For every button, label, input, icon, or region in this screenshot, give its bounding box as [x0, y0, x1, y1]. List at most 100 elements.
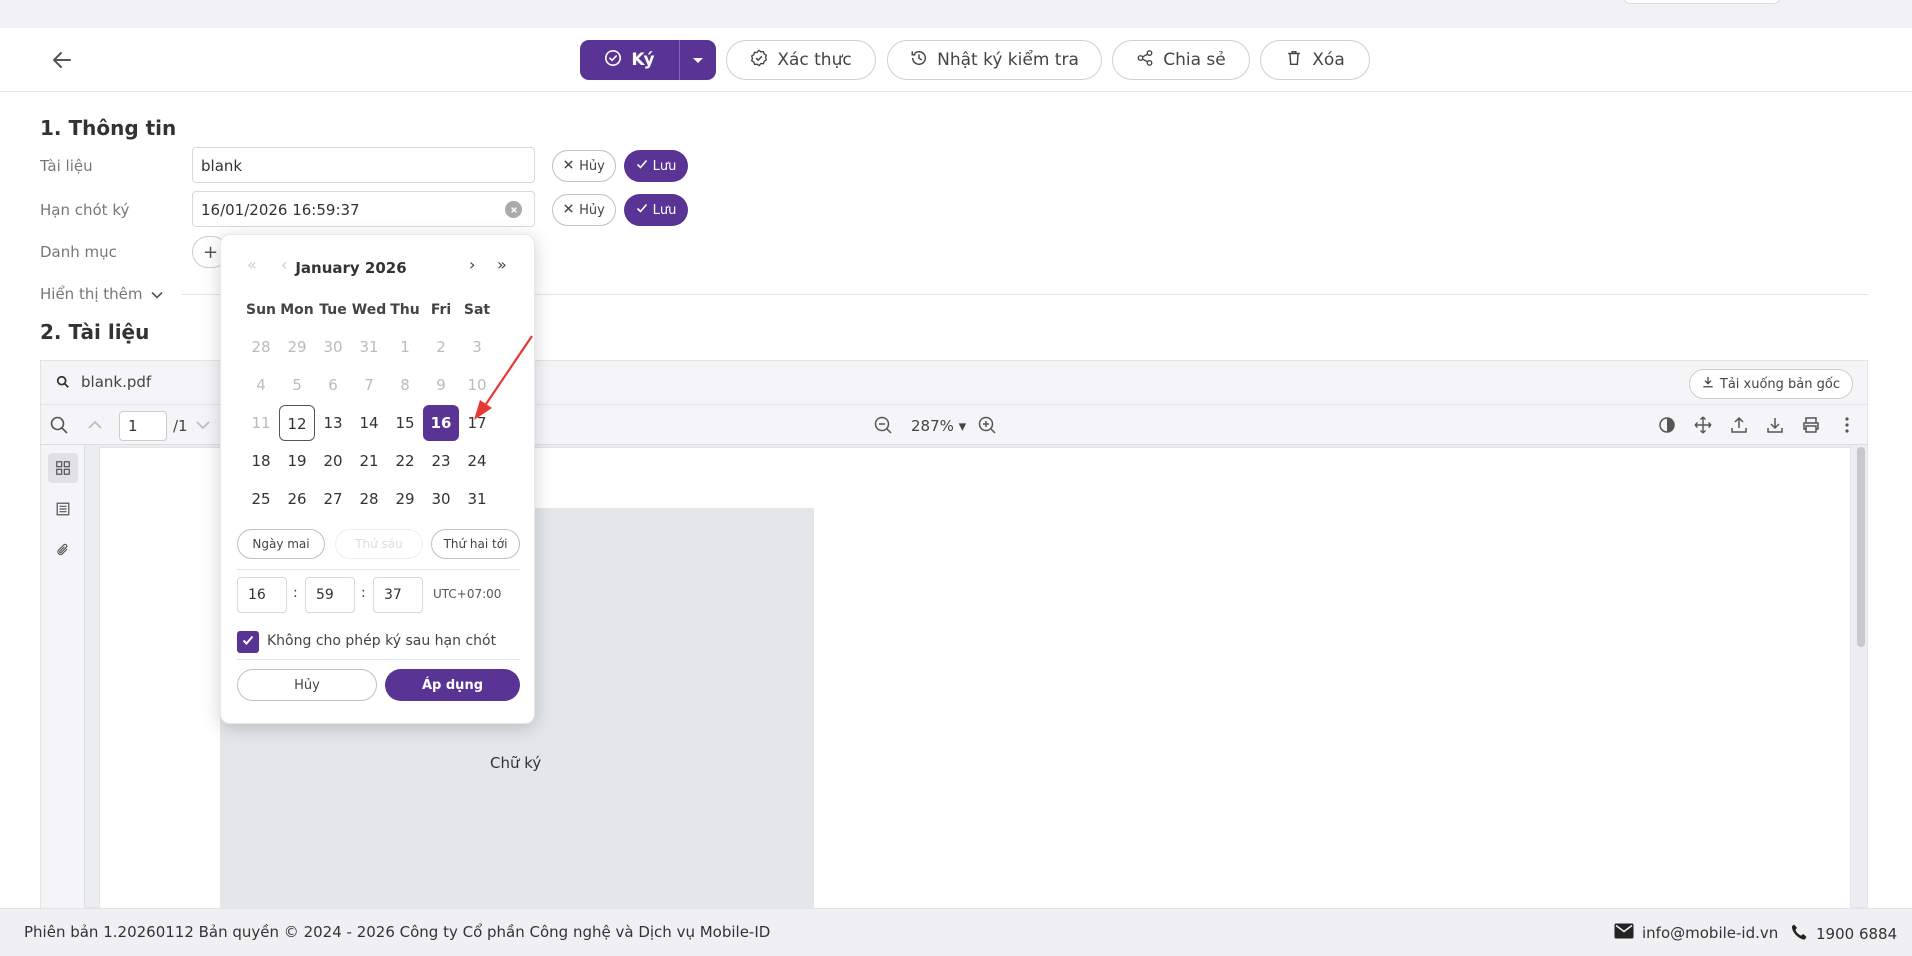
sign-dropdown-toggle[interactable]: [680, 50, 716, 70]
download-icon: [1702, 376, 1714, 392]
calendar-day[interactable]: 19: [279, 443, 315, 479]
attachment-icon[interactable]: [48, 535, 78, 565]
annotation-arrow-icon: [474, 335, 533, 420]
calendar-day: 31: [359, 338, 379, 356]
document-name-input[interactable]: blank: [192, 147, 535, 183]
search-icon: [56, 375, 70, 393]
calendar-day[interactable]: 13: [315, 405, 351, 441]
calendar-day: 11: [251, 414, 271, 432]
close-icon: [563, 203, 574, 218]
history-icon: [910, 49, 928, 72]
document-toolbar: Ký Xác thực Nhật ký kiểm tra Chia sẻ Xóa: [0, 28, 1912, 92]
calendar-day[interactable]: 27: [315, 481, 351, 517]
chevron-up-icon[interactable]: [85, 415, 105, 435]
no-sign-after-deadline-label: Không cho phép ký sau hạn chót: [267, 633, 497, 649]
clear-circle-icon[interactable]: [505, 201, 522, 218]
thumbnails-icon[interactable]: [48, 453, 78, 483]
sign-button[interactable]: Ký: [580, 40, 716, 80]
calendar-day[interactable]: 29: [387, 481, 423, 517]
search-icon[interactable]: [49, 415, 69, 435]
time-separator: :: [361, 585, 366, 601]
calendar-day[interactable]: 26: [279, 481, 315, 517]
calendar-day[interactable]: 21: [351, 443, 387, 479]
calendar-day[interactable]: 31: [459, 481, 495, 517]
share-button[interactable]: Chia sẻ: [1112, 40, 1250, 80]
hour-input[interactable]: 16: [237, 577, 287, 613]
calendar-day: 9: [436, 376, 446, 394]
viewer-scrollbar[interactable]: [1857, 447, 1865, 647]
audit-log-label: Nhật ký kiểm tra: [937, 50, 1079, 70]
datepicker-cancel-button[interactable]: Hủy: [237, 669, 377, 701]
next-month-button[interactable]: ›: [469, 255, 475, 274]
sign-button-main[interactable]: Ký: [580, 40, 680, 80]
calendar-day: 28: [251, 338, 271, 356]
deadline-datepicker: « ‹ January 2026 › » Sun Mon Tue Wed Thu…: [220, 234, 535, 724]
zoom-in-icon[interactable]: [977, 415, 997, 435]
calendar-day[interactable]: 24: [459, 443, 495, 479]
phone-text: 1900 6884: [1816, 925, 1898, 943]
zoom-select[interactable]: 287% ▾: [911, 417, 966, 435]
chevron-down-icon: [150, 285, 163, 303]
calendar-day: 7: [364, 376, 374, 394]
show-more-toggle[interactable]: Hiển thị thêm: [40, 285, 163, 303]
chevron-down-icon[interactable]: [193, 415, 213, 435]
calendar-day[interactable]: 30: [423, 481, 459, 517]
more-vertical-icon[interactable]: [1837, 415, 1857, 435]
verify-button[interactable]: Xác thực: [726, 40, 876, 80]
calendar-day[interactable]: 20: [315, 443, 351, 479]
save-label: Lưu: [652, 202, 677, 218]
quick-next-monday-button[interactable]: Thứ hai tới: [431, 529, 520, 559]
next-year-button[interactable]: »: [497, 255, 507, 274]
calendar-day[interactable]: 25: [243, 481, 279, 517]
section-document-title: 2. Tài liệu: [40, 320, 150, 344]
close-icon: [563, 159, 574, 174]
calendar-day[interactable]: 12: [279, 405, 315, 441]
calendar-day[interactable]: 14: [351, 405, 387, 441]
deadline-input[interactable]: 16/01/2026 16:59:37: [192, 191, 535, 227]
show-more-label: Hiển thị thêm: [40, 285, 143, 303]
calendar-day[interactable]: 22: [387, 443, 423, 479]
quick-tomorrow-button[interactable]: Ngày mai: [237, 529, 325, 559]
back-arrow-icon[interactable]: [50, 48, 74, 72]
section-info-title: 1. Thông tin: [40, 116, 177, 140]
calendar-day[interactable]: 16: [423, 405, 459, 441]
quick-friday-button[interactable]: Thứ sáu: [335, 529, 423, 559]
download-original-button[interactable]: Tải xuống bản gốc: [1688, 369, 1853, 399]
calendar-day[interactable]: 18: [243, 443, 279, 479]
weekday-label: Thu: [390, 302, 420, 318]
audit-log-button[interactable]: Nhật ký kiểm tra: [887, 40, 1102, 80]
no-sign-after-deadline-checkbox[interactable]: [237, 631, 259, 653]
theme-icon[interactable]: [1657, 415, 1677, 435]
download-icon[interactable]: [1765, 415, 1785, 435]
calendar-day[interactable]: 15: [387, 405, 423, 441]
upload-icon[interactable]: [1729, 415, 1749, 435]
page-total: /1: [173, 417, 188, 435]
document-save-button[interactable]: Lưu: [624, 150, 688, 182]
datepicker-apply-button[interactable]: Áp dụng: [385, 669, 520, 701]
time-separator: :: [293, 585, 298, 601]
document-cancel-button[interactable]: Hủy: [552, 150, 616, 182]
calendar-day: 1: [400, 338, 410, 356]
minute-input[interactable]: 59: [305, 577, 355, 613]
outline-icon[interactable]: [48, 494, 78, 524]
calendar-day[interactable]: 23: [423, 443, 459, 479]
calendar-day[interactable]: 28: [351, 481, 387, 517]
zoom-out-icon[interactable]: [873, 415, 893, 435]
prev-year-button[interactable]: «: [247, 255, 257, 274]
deadline-save-button[interactable]: Lưu: [624, 194, 688, 226]
print-icon[interactable]: [1801, 415, 1821, 435]
zoom-value: 287%: [911, 417, 954, 435]
deadline-value: 16/01/2026 16:59:37: [201, 201, 360, 219]
signature-label: Chữ ký: [490, 754, 542, 772]
pan-icon[interactable]: [1693, 415, 1713, 435]
second-input[interactable]: 37: [373, 577, 423, 613]
deadline-cancel-button[interactable]: Hủy: [552, 194, 616, 226]
timezone-label: UTC+07:00: [433, 587, 502, 601]
share-icon: [1136, 49, 1154, 72]
phone-contact[interactable]: 1900 6884: [1790, 923, 1897, 945]
save-label: Lưu: [652, 158, 677, 174]
email-contact[interactable]: info@mobile-id.vn: [1614, 923, 1778, 943]
page-number-input[interactable]: 1: [119, 411, 167, 441]
download-original-label: Tải xuống bản gốc: [1719, 376, 1840, 392]
delete-button[interactable]: Xóa: [1260, 40, 1370, 80]
